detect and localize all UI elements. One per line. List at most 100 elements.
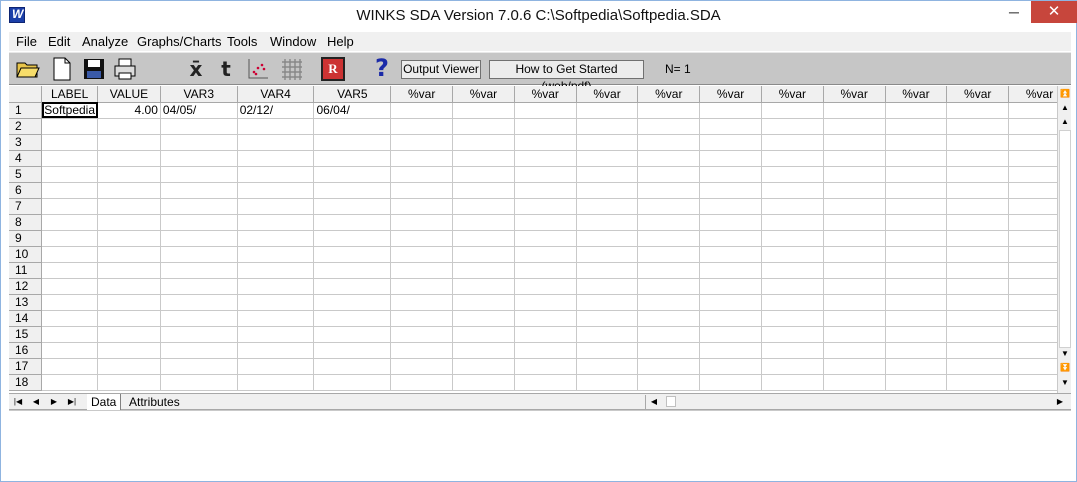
table-cell[interactable] xyxy=(452,214,515,231)
table-cell[interactable]: 02/12/ xyxy=(237,102,315,119)
table-cell[interactable] xyxy=(41,294,99,311)
column-header[interactable]: VAR5 xyxy=(313,86,392,103)
table-cell[interactable] xyxy=(237,358,315,375)
table-cell[interactable] xyxy=(946,134,1010,151)
table-cell[interactable] xyxy=(237,198,315,215)
table-cell[interactable] xyxy=(946,326,1010,343)
table-cell[interactable] xyxy=(160,118,238,135)
table-cell[interactable] xyxy=(699,230,762,247)
table-cell[interactable] xyxy=(576,374,639,391)
table-cell[interactable] xyxy=(514,118,577,135)
table-cell[interactable] xyxy=(452,294,515,311)
table-cell[interactable] xyxy=(885,214,948,231)
table-cell[interactable] xyxy=(390,102,454,119)
table-cell[interactable] xyxy=(637,198,701,215)
data-grid[interactable]: LABEL VALUE VAR3 VAR4 VAR5 %var %var %va… xyxy=(9,86,1071,393)
table-cell[interactable] xyxy=(637,294,701,311)
table-cell[interactable] xyxy=(237,262,315,279)
menu-graphs-charts[interactable]: Graphs/Charts xyxy=(137,34,222,49)
table-cell[interactable] xyxy=(946,118,1010,135)
table-cell[interactable] xyxy=(160,246,238,263)
table-cell[interactable] xyxy=(699,326,762,343)
table-cell[interactable] xyxy=(946,166,1010,183)
table-cell[interactable] xyxy=(160,342,238,359)
table-cell[interactable] xyxy=(699,310,762,327)
horizontal-scrollbar[interactable]: ◀ ▶ xyxy=(645,395,1069,409)
table-cell[interactable] xyxy=(946,150,1010,167)
table-cell[interactable] xyxy=(946,342,1010,359)
horizontal-scroll-thumb[interactable] xyxy=(666,396,676,407)
table-cell[interactable] xyxy=(313,214,392,231)
table-cell[interactable] xyxy=(237,294,315,311)
column-header[interactable]: VAR4 xyxy=(237,86,315,103)
table-cell[interactable] xyxy=(946,374,1010,391)
table-cell[interactable] xyxy=(885,134,948,151)
new-file-icon[interactable] xyxy=(49,56,75,82)
table-cell[interactable] xyxy=(313,198,392,215)
table-cell[interactable] xyxy=(514,374,577,391)
table-cell[interactable] xyxy=(41,326,99,343)
column-header[interactable]: %var xyxy=(946,86,1010,103)
table-cell[interactable] xyxy=(699,118,762,135)
menu-analyze[interactable]: Analyze xyxy=(82,34,128,49)
table-cell[interactable]: 4.00 xyxy=(97,102,161,119)
table-cell[interactable] xyxy=(885,358,948,375)
table-cell[interactable] xyxy=(637,310,701,327)
table-cell[interactable] xyxy=(637,102,701,119)
table-cell[interactable] xyxy=(97,358,161,375)
vertical-scrollbar[interactable]: ⏫ ▲ ▲ ▼ ⏬ ▼ xyxy=(1057,86,1071,393)
table-cell[interactable] xyxy=(699,342,762,359)
row-header[interactable]: 1 xyxy=(9,102,43,119)
row-header[interactable]: 2 xyxy=(9,118,43,135)
table-cell[interactable] xyxy=(514,166,577,183)
table-cell[interactable] xyxy=(576,262,639,279)
table-cell[interactable] xyxy=(313,326,392,343)
table-cell[interactable] xyxy=(41,230,99,247)
table-cell[interactable] xyxy=(514,262,577,279)
table-cell[interactable] xyxy=(761,198,824,215)
table-cell[interactable] xyxy=(237,278,315,295)
table-cell[interactable] xyxy=(41,262,99,279)
table-cell[interactable] xyxy=(637,182,701,199)
table-cell[interactable] xyxy=(390,358,454,375)
row-header[interactable]: 18 xyxy=(9,374,43,391)
table-cell[interactable] xyxy=(823,278,886,295)
table-cell[interactable] xyxy=(97,246,161,263)
table-cell[interactable] xyxy=(823,326,886,343)
table-cell[interactable] xyxy=(452,278,515,295)
table-cell[interactable] xyxy=(761,294,824,311)
open-folder-icon[interactable] xyxy=(15,56,41,82)
table-cell[interactable] xyxy=(637,134,701,151)
table-cell[interactable] xyxy=(390,198,454,215)
table-cell[interactable] xyxy=(390,246,454,263)
table-cell[interactable] xyxy=(160,294,238,311)
table-cell[interactable] xyxy=(637,230,701,247)
table-cell[interactable] xyxy=(452,102,515,119)
close-button[interactable]: ✕ xyxy=(1031,1,1077,23)
table-cell[interactable] xyxy=(699,374,762,391)
table-cell[interactable] xyxy=(313,262,392,279)
table-cell[interactable] xyxy=(576,214,639,231)
table-cell[interactable] xyxy=(41,342,99,359)
table-cell[interactable] xyxy=(514,182,577,199)
table-cell[interactable] xyxy=(160,358,238,375)
scroll-down-icon[interactable]: ▼ xyxy=(1059,348,1071,360)
table-cell[interactable] xyxy=(41,166,99,183)
output-viewer-button[interactable]: Output Viewer xyxy=(401,60,481,79)
table-cell[interactable] xyxy=(452,246,515,263)
table-cell[interactable] xyxy=(823,118,886,135)
table-cell[interactable] xyxy=(452,310,515,327)
table-cell[interactable] xyxy=(41,182,99,199)
table-cell[interactable] xyxy=(390,326,454,343)
table-cell[interactable] xyxy=(97,166,161,183)
title-bar[interactable]: W WINKS SDA Version 7.0.6 C:\Softpedia\S… xyxy=(1,1,1077,31)
table-cell[interactable] xyxy=(761,310,824,327)
table-cell[interactable] xyxy=(637,342,701,359)
table-cell[interactable] xyxy=(823,214,886,231)
table-cell[interactable] xyxy=(946,214,1010,231)
table-cell[interactable] xyxy=(514,310,577,327)
print-icon[interactable] xyxy=(112,56,138,82)
table-cell[interactable] xyxy=(823,358,886,375)
table-cell[interactable] xyxy=(576,182,639,199)
table-cell[interactable] xyxy=(699,262,762,279)
